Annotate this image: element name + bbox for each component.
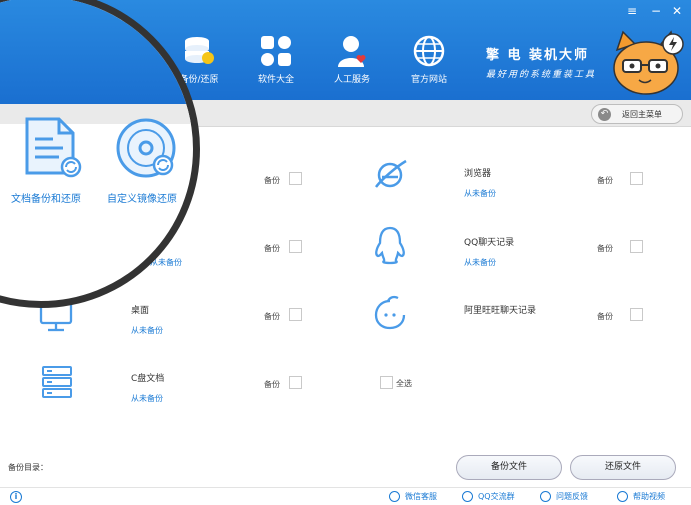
minimize-icon[interactable]: − <box>651 4 661 18</box>
menu-icon[interactable]: ≡ <box>627 4 637 18</box>
backup-checkbox[interactable] <box>289 172 302 185</box>
feedback-link[interactable]: 问题反馈 <box>540 491 588 502</box>
backup-directory-label: 备份目录： <box>8 463 48 472</box>
backup-label: 备份 <box>264 312 280 321</box>
user-support-icon <box>338 36 366 67</box>
help-icon <box>617 491 628 502</box>
item-title: 桌面 <box>131 306 150 316</box>
backup-checkbox[interactable] <box>630 172 643 185</box>
link-label: QQ交流群 <box>478 492 515 501</box>
select-all-checkbox[interactable] <box>380 376 393 389</box>
backup-label: 备份 <box>597 244 613 253</box>
feedback-icon <box>540 491 551 502</box>
nav-label: 人工服务 <box>333 75 370 85</box>
qq-group-link[interactable]: QQ交流群 <box>462 491 515 502</box>
disc-image-icon <box>116 118 176 178</box>
backup-label: 备份 <box>597 312 613 321</box>
link-label: 问题反馈 <box>556 492 588 501</box>
backup-label: 备份 <box>264 380 280 389</box>
backup-status: 从未备份 <box>464 189 496 198</box>
select-all-label: 全选 <box>396 379 412 388</box>
backup-files-button[interactable]: 备份文件 <box>456 455 562 480</box>
magnified-header <box>0 0 193 104</box>
close-icon[interactable]: ✕ <box>672 4 682 18</box>
wechat-icon <box>389 491 400 502</box>
custom-image-restore-label[interactable]: 自定义镜像还原 <box>107 190 177 205</box>
app-window: ≡ − ✕ 备份/还原 软件大全 人工服务 官方网站 擎 电 装机大师 最好用的… <box>0 0 691 505</box>
backup-status: 从未备份 <box>131 326 163 335</box>
item-title: 浏览器 <box>464 169 492 179</box>
backup-checkbox[interactable] <box>289 308 302 321</box>
backup-checkbox[interactable] <box>630 240 643 253</box>
server-icon <box>42 366 72 398</box>
nav-support[interactable]: 人工服务 <box>317 33 387 85</box>
wangwang-icon <box>374 295 406 330</box>
browser-icon <box>375 159 407 188</box>
qq-group-icon <box>462 491 473 502</box>
return-label: 返回主菜单 <box>622 110 662 119</box>
document-backup-restore-label[interactable]: 文档备份和还原 <box>11 190 81 205</box>
backup-status: 从未备份 <box>131 394 163 403</box>
qq-icon <box>375 226 405 265</box>
brand-title: 擎 电 装机大师 <box>486 48 590 63</box>
link-label: 帮助视频 <box>633 492 665 501</box>
backup-checkbox[interactable] <box>630 308 643 321</box>
item-title: QQ聊天记录 <box>464 238 515 248</box>
document-backup-icon <box>25 117 82 178</box>
wechat-service-link[interactable]: 微信客服 <box>389 491 437 502</box>
backup-checkbox[interactable] <box>289 376 302 389</box>
magnified-region: 文档备份和还原 自定义镜像还原 <box>0 0 193 301</box>
nav-label: 软件大全 <box>257 75 294 85</box>
globe-icon <box>413 35 445 67</box>
return-main-menu-button[interactable]: ↶ 返回主菜单 <box>591 104 683 124</box>
item-title: 阿里旺旺聊天记录 <box>464 306 537 316</box>
nav-software[interactable]: 软件大全 <box>241 33 311 85</box>
info-icon[interactable]: i <box>10 491 22 503</box>
backup-label: 备份 <box>597 176 613 185</box>
item-title: C盘文档 <box>131 374 165 384</box>
link-label: 微信客服 <box>405 492 437 501</box>
restore-files-button[interactable]: 还原文件 <box>570 455 676 480</box>
nav-label: 官方网站 <box>410 75 447 85</box>
backup-label: 备份 <box>264 244 280 253</box>
cat-mascot-icon <box>613 30 684 95</box>
back-arrow-icon: ↶ <box>598 108 611 121</box>
brand-slogan: 最好用的系统重装工具 <box>486 70 597 80</box>
backup-label: 备份 <box>264 176 280 185</box>
help-video-link[interactable]: 帮助视频 <box>617 491 665 502</box>
magnifier-lens: 文档备份和还原 自定义镜像还原 <box>0 0 200 308</box>
backup-checkbox[interactable] <box>289 240 302 253</box>
brand-logo: 擎 电 装机大师 最好用的系统重装工具 <box>486 44 596 80</box>
nav-website[interactable]: 官方网站 <box>394 33 464 85</box>
apps-grid-icon <box>261 36 291 66</box>
backup-status: 从未备份 <box>464 258 496 267</box>
